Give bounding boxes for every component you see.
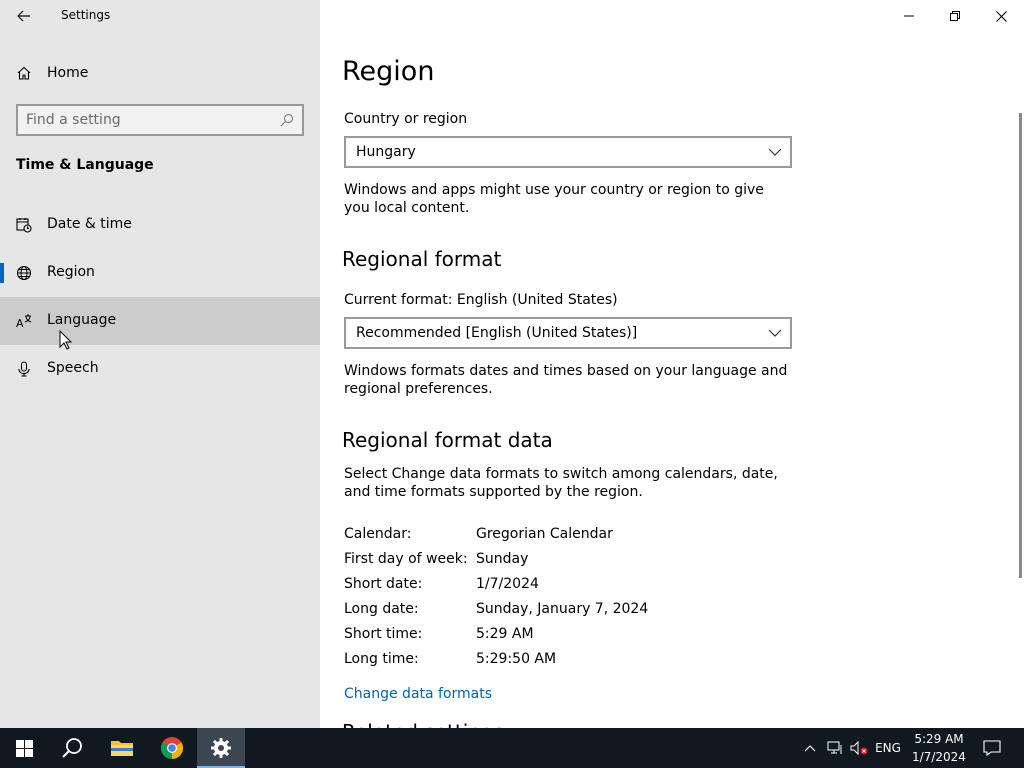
sidebar-item-date-time[interactable]: Date & time — [0, 201, 320, 249]
notification-icon — [983, 740, 1001, 756]
restore-button[interactable] — [932, 0, 978, 32]
format-value: Recommended [English (United States)] — [356, 325, 638, 341]
folder-icon — [111, 741, 133, 756]
format-data-value: 5:29 AM — [476, 626, 534, 642]
sidebar-item-label: Language — [47, 312, 117, 328]
format-data-key: Short date: — [344, 576, 423, 592]
clock-date: 1/7/2024 — [912, 750, 966, 764]
format-data-key: Long time: — [344, 651, 419, 667]
format-data-key: First day of week: — [344, 551, 468, 567]
search-icon[interactable] — [280, 113, 294, 127]
taskbar: ENG 5:29 AM 1/7/2024 — [0, 728, 1024, 768]
close-icon — [995, 10, 1007, 22]
action-center-button[interactable] — [976, 728, 1008, 768]
sidebar-item-label: Region — [47, 264, 95, 280]
format-data-value: Sunday, January 7, 2024 — [476, 601, 649, 617]
related-settings-heading: Related settings — [342, 720, 504, 728]
format-data-value: 5:29:50 AM — [476, 651, 557, 667]
start-button[interactable] — [0, 728, 48, 768]
scrollbar[interactable] — [1019, 113, 1022, 578]
regional-format-dropdown[interactable]: Recommended [English (United States)] — [344, 317, 792, 349]
current-format-label: Current format: English (United States) — [344, 292, 618, 308]
format-data-description: Select Change data formats to switch amo… — [344, 466, 778, 500]
close-button[interactable] — [978, 0, 1024, 32]
language-icon: A — [16, 314, 32, 329]
format-data-row-short-date: Short date: 1/7/2024 — [344, 576, 764, 596]
minimize-button[interactable] — [886, 0, 932, 32]
format-data-value: Gregorian Calendar — [476, 526, 613, 542]
chevron-up-icon — [804, 745, 816, 752]
mouse-cursor-icon — [59, 330, 73, 350]
windows-logo-icon — [15, 739, 33, 757]
page-title: Region — [342, 56, 435, 87]
calendar-clock-icon — [16, 218, 32, 233]
svg-text:A: A — [16, 317, 24, 329]
gear-icon — [211, 738, 231, 758]
input-language-indicator[interactable]: ENG — [872, 728, 904, 768]
selection-indicator — [0, 263, 4, 283]
search-box[interactable] — [16, 104, 304, 136]
country-dropdown[interactable]: Hungary — [344, 136, 792, 168]
sidebar-item-language[interactable]: A Language — [0, 297, 320, 345]
network-icon — [827, 741, 842, 754]
settings-taskbar-button[interactable] — [197, 728, 245, 768]
format-data-key: Calendar: — [344, 526, 412, 542]
section-title: Time & Language — [16, 157, 154, 173]
chrome-icon — [161, 737, 183, 759]
format-data-row-long-date: Long date: Sunday, January 7, 2024 — [344, 601, 764, 621]
home-nav-item[interactable]: Home — [0, 56, 320, 90]
back-button[interactable] — [8, 2, 40, 30]
sidebar-item-label: Date & time — [47, 216, 132, 232]
sidebar-item-region[interactable]: Region — [0, 249, 320, 297]
home-label: Home — [47, 65, 89, 81]
format-data-key: Long date: — [344, 601, 419, 617]
regional-format-heading: Regional format — [342, 247, 502, 271]
format-data-value: 1/7/2024 — [476, 576, 539, 592]
format-data-value: Sunday — [476, 551, 529, 567]
search-icon — [62, 738, 82, 758]
format-data-heading: Regional format data — [342, 428, 553, 452]
chevron-down-icon — [768, 148, 782, 156]
chrome-button[interactable] — [148, 728, 196, 768]
country-value: Hungary — [356, 144, 416, 160]
home-icon — [17, 66, 31, 80]
format-data-row-first-day: First day of week: Sunday — [344, 551, 764, 571]
format-data-row-long-time: Long time: 5:29:50 AM — [344, 651, 764, 671]
sidebar-item-label: Speech — [47, 360, 99, 376]
search-input[interactable] — [26, 110, 276, 130]
main-content: Region Country or region Hungary Windows… — [320, 0, 1024, 728]
country-label: Country or region — [344, 111, 468, 127]
sidebar: Settings Home Time & Language Date & tim… — [0, 0, 320, 728]
change-data-formats-link[interactable]: Change data formats — [344, 686, 492, 702]
sidebar-item-speech[interactable]: Speech — [0, 345, 320, 393]
format-data-row-calendar: Calendar: Gregorian Calendar — [344, 526, 764, 546]
country-description: Windows and apps might use your country … — [344, 182, 764, 216]
format-data-key: Short time: — [344, 626, 423, 642]
clock[interactable]: 5:29 AM 1/7/2024 — [908, 730, 970, 766]
search-taskbar-button[interactable] — [48, 728, 96, 768]
show-hidden-icons-button[interactable] — [800, 728, 820, 768]
globe-icon — [16, 265, 32, 281]
volume-muted-icon — [850, 741, 868, 755]
volume-button[interactable] — [848, 728, 870, 768]
file-explorer-button[interactable] — [98, 728, 146, 768]
minimize-icon — [904, 15, 914, 17]
format-data-row-short-time: Short time: 5:29 AM — [344, 626, 764, 646]
back-arrow-icon — [17, 10, 30, 22]
clock-time: 5:29 AM — [914, 732, 964, 746]
network-status-button[interactable] — [824, 728, 846, 768]
microphone-icon — [18, 361, 30, 377]
format-description: Windows formats dates and times based on… — [344, 363, 788, 397]
restore-icon — [950, 11, 960, 21]
chevron-down-icon — [768, 329, 782, 337]
app-title: Settings — [61, 8, 111, 22]
